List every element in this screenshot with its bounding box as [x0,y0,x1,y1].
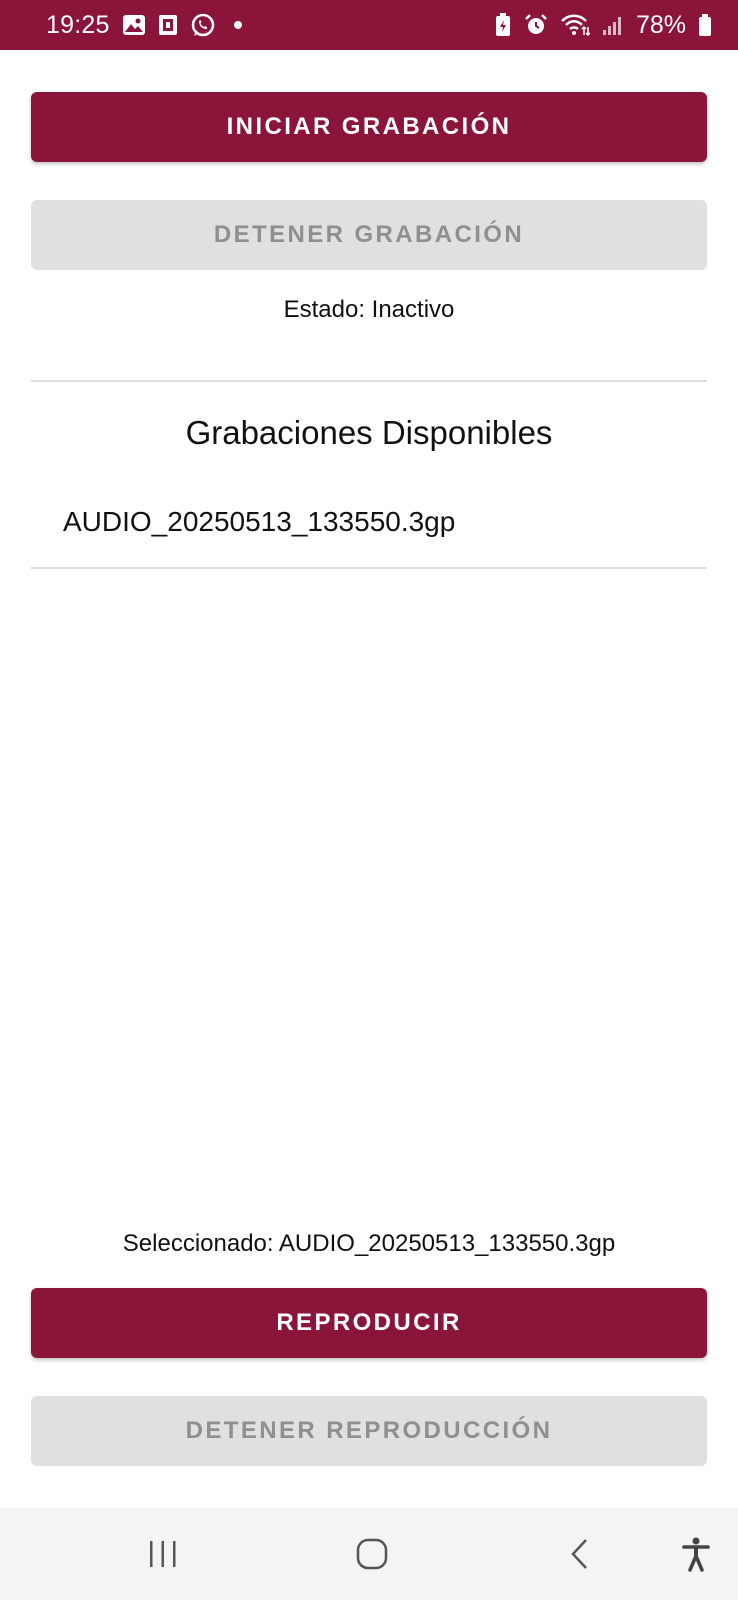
stop-recording-button[interactable]: DETENER GRABACIÓN [31,200,707,270]
home-icon[interactable] [348,1530,396,1578]
whatsapp-icon [190,12,216,38]
status-bar: 19:25 78% [0,0,738,50]
notification-app-icon [158,14,178,36]
selected-recording: Seleccionado: AUDIO_20250513_133550.3gp [122,1230,616,1257]
more-notifications-dot [233,21,242,29]
recent-apps-icon[interactable] [139,1530,187,1578]
signal-icon [602,14,624,36]
main-content: INICIAR GRABACIÓN DETENER GRABACIÓN Esta… [31,50,707,1508]
battery-percentage: 78% [635,10,686,39]
divider [31,567,707,569]
back-icon[interactable] [556,1530,604,1578]
status-time: 19:25 [46,10,110,39]
recordings-list: AUDIO_20250513_133550.3gp [31,490,707,554]
start-recording-button[interactable]: INICIAR GRABACIÓN [31,92,707,162]
stop-playback-button[interactable]: DETENER REPRODUCCIÓN [31,1396,707,1466]
accessibility-icon[interactable] [672,1530,720,1578]
recording-list-item[interactable]: AUDIO_20250513_133550.3gp [31,490,707,554]
wifi-icon [560,13,590,37]
navigation-bar [0,1508,738,1600]
divider [31,380,707,382]
battery-saver-icon [494,13,512,37]
battery-icon [698,13,712,37]
recordings-title: Grabaciones Disponibles [185,414,553,451]
gallery-icon [122,14,146,36]
status-bar-left: 19:25 [46,11,242,40]
alarm-icon [524,13,548,37]
play-button[interactable]: REPRODUCIR [31,1288,707,1358]
status-bar-right: 78% [494,11,712,40]
recording-status: Estado: Inactivo [283,296,455,323]
